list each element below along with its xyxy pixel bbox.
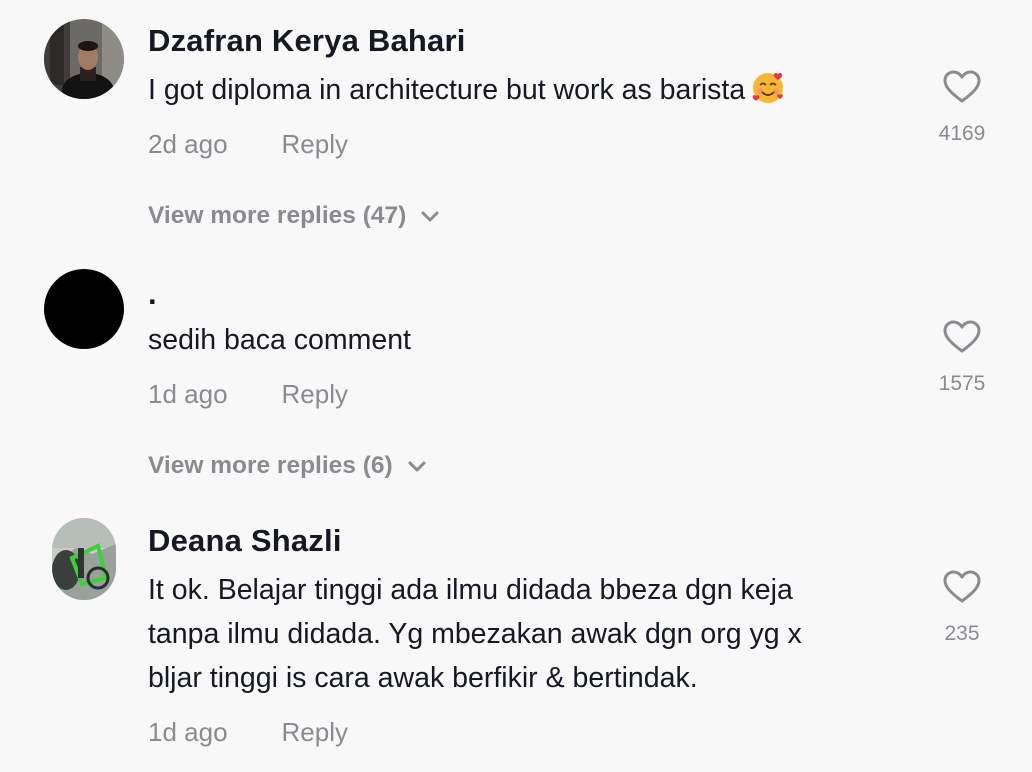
view-more-replies-button[interactable]: View more replies (47) (148, 202, 440, 230)
avatar[interactable] (44, 19, 124, 99)
reply-button[interactable]: Reply (282, 717, 348, 748)
comment-text-line: It ok. Belajar tinggi ada ilmu didada bb… (148, 574, 793, 606)
comment-text-line: tanpa ilmu didada. Yg mbezakan awak dgn … (148, 618, 802, 650)
like-count: 4169 (938, 122, 986, 145)
like-count: 235 (944, 622, 980, 645)
comment-author[interactable]: . (148, 276, 157, 312)
comment-timestamp: 1d ago (148, 379, 228, 409)
like-button[interactable]: 4169 (922, 70, 1002, 146)
heart-outline-icon (922, 70, 1002, 109)
chevron-down-icon (420, 202, 440, 230)
comment-timestamp: 2d ago (148, 129, 228, 159)
view-more-replies-label: View more replies (47) (148, 202, 407, 229)
comment-text-line: sedih baca comment (148, 324, 411, 356)
smiling-face-with-hearts-icon (751, 71, 785, 118)
comment-meta: 1d ago Reply (148, 379, 348, 410)
comment-meta: 2d ago Reply (148, 129, 348, 160)
chevron-down-icon (407, 452, 427, 480)
avatar[interactable] (52, 518, 116, 600)
comment-text: sedih baca comment (148, 318, 411, 362)
heart-outline-icon (922, 320, 1002, 359)
comment-text: I got diploma in architecture but work a… (148, 68, 785, 118)
comment-author[interactable]: Deana Shazli (148, 523, 342, 559)
avatar[interactable] (44, 269, 124, 349)
like-button[interactable]: 235 (922, 570, 1002, 646)
view-more-replies-button[interactable]: View more replies (6) (148, 452, 427, 480)
comment-meta: 1d ago Reply (148, 717, 348, 748)
heart-outline-icon (922, 570, 1002, 609)
view-more-replies-label: View more replies (6) (148, 452, 393, 479)
like-count: 1575 (938, 372, 986, 395)
like-button[interactable]: 1575 (922, 320, 1002, 396)
reply-button[interactable]: Reply (282, 129, 348, 160)
reply-button[interactable]: Reply (282, 379, 348, 410)
comments-page: Dzafran Kerya Bahari I got diploma in ar… (0, 0, 1032, 772)
comment-text-line: bljar tinggi is cara awak berfikir & ber… (148, 662, 698, 694)
comment-timestamp: 1d ago (148, 717, 228, 747)
comment-text: It ok. Belajar tinggi ada ilmu didada bb… (148, 568, 802, 700)
comment-author[interactable]: Dzafran Kerya Bahari (148, 23, 466, 59)
comment-text-line: I got diploma in architecture but work a… (148, 74, 746, 106)
